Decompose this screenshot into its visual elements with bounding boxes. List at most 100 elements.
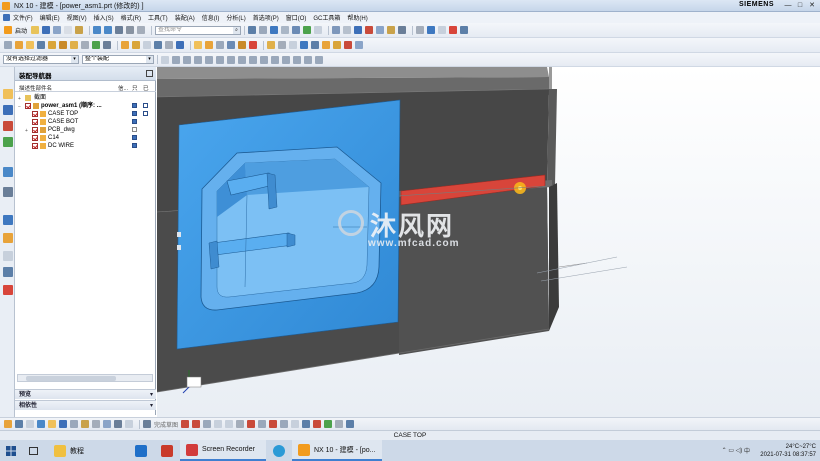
start-icon[interactable]: [4, 26, 12, 34]
corner-icon[interactable]: [291, 420, 300, 428]
analysis-icon[interactable]: [376, 26, 385, 34]
auto-constraint-icon[interactable]: [324, 420, 333, 428]
surface-icon[interactable]: [267, 41, 275, 49]
finish-sketch-icon[interactable]: [143, 420, 151, 428]
rotate-icon[interactable]: [81, 420, 89, 428]
render-icon[interactable]: [398, 26, 407, 34]
wcs-icon[interactable]: [343, 26, 352, 34]
render-mode-icon[interactable]: [103, 420, 111, 428]
redo-icon[interactable]: [104, 26, 113, 34]
revolve-icon[interactable]: [26, 41, 34, 49]
menu-info[interactable]: 信息(I): [202, 13, 220, 22]
web-browser-icon[interactable]: [3, 167, 13, 177]
edit-icon[interactable]: [344, 41, 352, 49]
extrude-icon[interactable]: [15, 41, 23, 49]
menu-file[interactable]: 文件(F): [13, 13, 33, 22]
panel-restore-icon[interactable]: [146, 70, 153, 77]
dependency-section[interactable]: 相依性 ▾: [15, 400, 156, 410]
taskbar-outlook-button[interactable]: [128, 440, 154, 461]
boss-icon[interactable]: [48, 41, 56, 49]
taskbar-item-nx[interactable]: NX 10 - 建模 - [po...: [292, 440, 382, 461]
cut-icon[interactable]: [53, 26, 62, 34]
fillet-icon[interactable]: [236, 420, 245, 428]
shell-icon[interactable]: [143, 41, 151, 49]
process-studio-icon[interactable]: [3, 233, 13, 243]
dimension-icon[interactable]: [48, 420, 56, 428]
arc-icon[interactable]: [203, 420, 212, 428]
select-icon[interactable]: [125, 420, 133, 428]
save-icon[interactable]: [42, 26, 51, 34]
column-info[interactable]: 信...: [118, 84, 128, 92]
snap-point-icon[interactable]: [227, 55, 235, 64]
pattern-icon[interactable]: [194, 41, 202, 49]
tree-row-case-top[interactable]: CASE TOP: [15, 110, 156, 118]
replace-face-icon[interactable]: [238, 41, 246, 49]
line-icon[interactable]: [192, 420, 201, 428]
clock[interactable]: 24°C~27°C 2021-07-31 08:37:57: [760, 440, 816, 461]
column-readonly[interactable]: 只: [132, 84, 138, 92]
snap-intersection-icon[interactable]: [205, 55, 213, 64]
maximize-button[interactable]: □: [794, 1, 806, 10]
snap-center-icon[interactable]: [194, 55, 202, 64]
snap-curve-icon[interactable]: [249, 55, 257, 64]
tree-row-dc-wire[interactable]: DC WIRE: [15, 142, 156, 150]
menu-analysis[interactable]: 分析(L): [226, 13, 245, 22]
visibility-checkbox[interactable]: [32, 135, 38, 141]
taskbar-edge-button[interactable]: [266, 440, 292, 461]
layer-visible-icon[interactable]: [114, 420, 122, 428]
sketch-orient-icon[interactable]: [4, 420, 12, 428]
datum-axis-icon[interactable]: [311, 41, 319, 49]
curve-icon[interactable]: [333, 41, 341, 49]
view-icon[interactable]: [314, 26, 323, 34]
trim-icon[interactable]: [154, 41, 162, 49]
section-icon[interactable]: [416, 26, 425, 34]
chamfer-icon[interactable]: [132, 41, 140, 49]
fit-icon[interactable]: [427, 26, 436, 34]
pmi-icon[interactable]: [387, 26, 396, 34]
orient-icon[interactable]: [292, 26, 301, 34]
menu-gc-toolbox[interactable]: GC工具箱: [313, 13, 340, 22]
alternate-icon[interactable]: [346, 420, 355, 428]
menu-assembly[interactable]: 装配(A): [175, 13, 195, 22]
datum-plane-icon[interactable]: [300, 41, 308, 49]
window-icon[interactable]: [126, 26, 135, 34]
layer-settings-icon[interactable]: [332, 26, 341, 34]
extend-curve-icon[interactable]: [280, 420, 289, 428]
menu-view[interactable]: 视图(V): [67, 13, 87, 22]
copy-icon[interactable]: [64, 26, 73, 34]
snap-face-icon[interactable]: [238, 55, 246, 64]
blend-icon[interactable]: [121, 41, 129, 49]
pad-icon[interactable]: [70, 41, 78, 49]
zoom-fit-icon[interactable]: [92, 420, 100, 428]
column-part-name[interactable]: 描述性部件名: [19, 84, 52, 92]
snap-bounded-icon[interactable]: [271, 55, 279, 64]
snap-pole-icon[interactable]: [293, 55, 301, 64]
tree-row-section[interactable]: + 截面: [15, 94, 156, 102]
subtract-icon[interactable]: [92, 41, 100, 49]
menu-format[interactable]: 格式(R): [121, 13, 141, 22]
assembly-navigator-icon[interactable]: [3, 89, 13, 99]
select-all-icon[interactable]: [161, 55, 169, 64]
tree-row-power-asm1[interactable]: − power_asm1 (顺序: ...: [15, 102, 156, 110]
sew-icon[interactable]: [278, 41, 286, 49]
offset-curve-icon[interactable]: [258, 420, 267, 428]
highlight-icon[interactable]: [449, 26, 458, 34]
taskbar-item-tutorial[interactable]: 教程: [48, 440, 128, 461]
start-menu-button[interactable]: [0, 440, 22, 461]
system-materials-icon[interactable]: [3, 215, 13, 225]
switch-window-icon[interactable]: [137, 26, 146, 34]
shaded-icon[interactable]: [270, 26, 279, 34]
paste-icon[interactable]: [75, 26, 84, 34]
snap-tangent-icon[interactable]: [260, 55, 268, 64]
profile-icon[interactable]: [181, 420, 190, 428]
sync-icon[interactable]: [227, 41, 235, 49]
constraint-icon[interactable]: [26, 420, 34, 428]
constraint-navigator-icon[interactable]: [3, 105, 13, 115]
reuse-library-icon[interactable]: [3, 137, 13, 147]
mirror-curve-icon[interactable]: [302, 420, 311, 428]
display-icon[interactable]: [37, 420, 45, 428]
sketch-icon[interactable]: [4, 41, 12, 49]
relation-icon[interactable]: [59, 420, 67, 428]
geometric-constraint-icon[interactable]: [313, 420, 322, 428]
split-icon[interactable]: [165, 41, 173, 49]
